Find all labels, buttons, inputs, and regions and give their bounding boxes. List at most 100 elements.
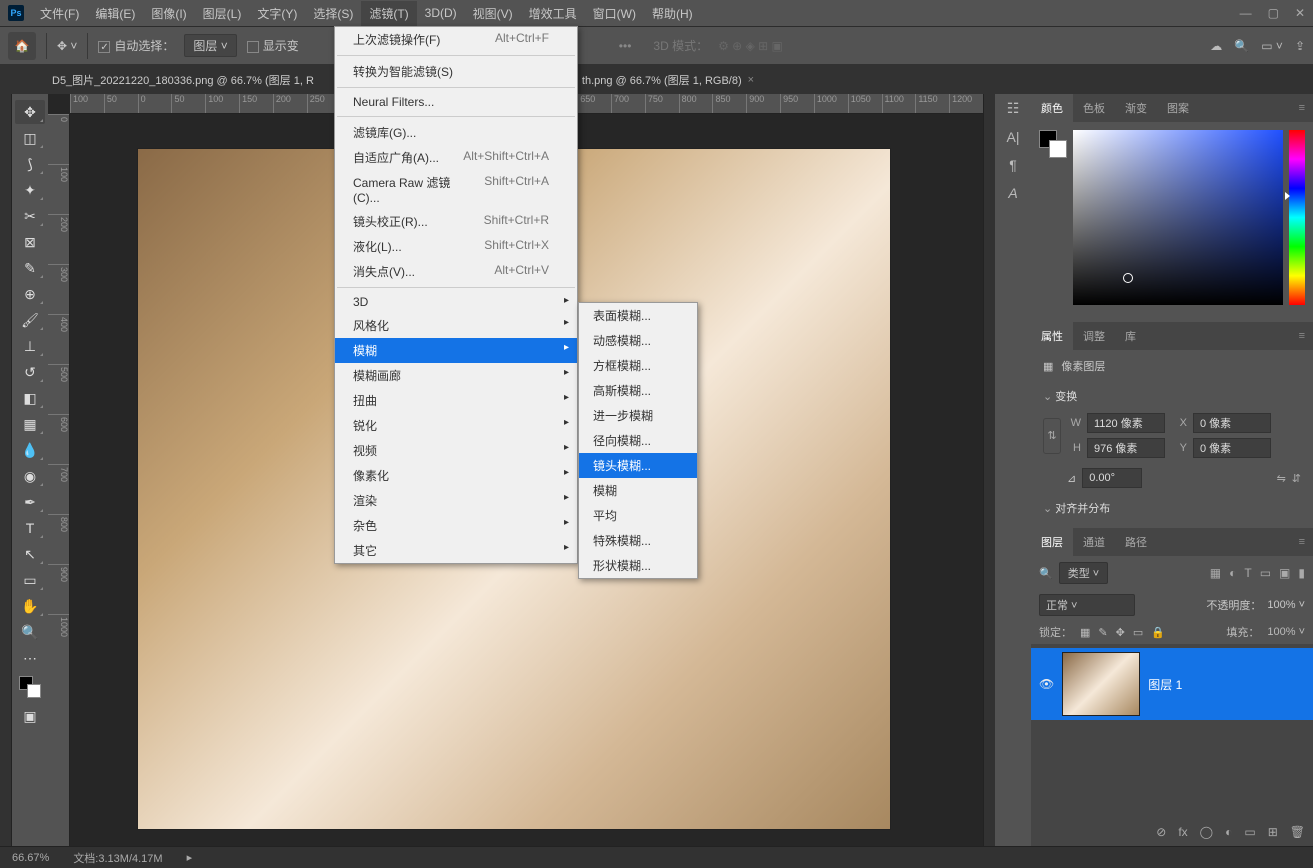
filter-menu-item[interactable]: 扭曲 — [335, 388, 577, 413]
wand-tool[interactable]: ✦ — [15, 178, 45, 202]
layer-filter-kind[interactable]: 类型 ˅ — [1059, 562, 1108, 584]
blur-menu-item[interactable]: 模糊 — [579, 478, 697, 503]
cloud-icon[interactable]: ☁ — [1210, 39, 1222, 53]
tab-libraries[interactable]: 库 — [1115, 322, 1146, 350]
history-panel-icon[interactable]: ☷ — [1007, 100, 1020, 117]
path-select-tool[interactable]: ↖ — [15, 542, 45, 566]
filter-menu-item[interactable]: 像素化 — [335, 463, 577, 488]
hand-tool[interactable]: ✋ — [15, 594, 45, 618]
delete-icon[interactable]: 🗑 — [1290, 825, 1305, 839]
blur-menu-item[interactable]: 方框模糊... — [579, 353, 697, 378]
history-brush-tool[interactable]: ↺ — [15, 360, 45, 384]
dodge-tool[interactable]: ◉ — [15, 464, 45, 488]
auto-select-target[interactable]: 图层 ˅ — [184, 34, 236, 57]
zoom-tool[interactable]: 🔍 — [15, 620, 45, 644]
width-input[interactable] — [1087, 413, 1165, 433]
blur-menu-item[interactable]: 平均 — [579, 503, 697, 528]
glyph-panel-icon[interactable]: A — [1008, 185, 1017, 201]
share-icon[interactable]: ⇪ — [1295, 39, 1305, 53]
filter-menu-item[interactable]: 杂色 — [335, 513, 577, 538]
type-tool[interactable]: T — [15, 516, 45, 540]
frame-tool[interactable]: ⊠ — [15, 230, 45, 254]
healing-tool[interactable]: ⊕ — [15, 282, 45, 306]
maximize-icon[interactable]: ▢ — [1268, 6, 1279, 20]
dots-icon[interactable]: ••• — [619, 39, 632, 53]
menu-select[interactable]: 选择(S) — [305, 1, 361, 26]
filter-shape-icon[interactable]: ▭ — [1260, 566, 1271, 580]
eyedropper-tool[interactable]: ✎ — [15, 256, 45, 280]
show-transform-checkbox[interactable] — [247, 41, 259, 53]
menu-file[interactable]: 文件(F) — [32, 1, 87, 26]
filter-menu-item[interactable]: 上次滤镜操作(F)Alt+Ctrl+F — [335, 27, 577, 52]
layer-thumbnail[interactable] — [1062, 652, 1140, 716]
menu-3d[interactable]: 3D(D) — [417, 2, 465, 24]
filter-menu-item[interactable]: Camera Raw 滤镜(C)...Shift+Ctrl+A — [335, 170, 577, 209]
menu-layer[interactable]: 图层(L) — [195, 1, 250, 26]
doc-tab-2[interactable]: th.png @ 66.7% (图层 1, RGB/8)× — [570, 66, 766, 94]
filter-menu-item[interactable]: 镜头校正(R)...Shift+Ctrl+R — [335, 209, 577, 234]
layer-name[interactable]: 图层 1 — [1148, 676, 1182, 693]
edit-toolbar[interactable]: ⋯ — [15, 646, 45, 670]
close-tab-icon[interactable]: × — [748, 74, 754, 86]
layer-row[interactable]: 👁 图层 1 — [1031, 648, 1313, 720]
flip-h-icon[interactable]: ⇋ — [1277, 472, 1286, 485]
height-input[interactable] — [1087, 438, 1165, 458]
menu-window[interactable]: 窗口(W) — [585, 1, 644, 26]
filter-menu-item[interactable]: 其它 — [335, 538, 577, 563]
align-section[interactable]: 对齐并分布 — [1043, 496, 1301, 520]
blur-menu-item[interactable]: 高斯模糊... — [579, 378, 697, 403]
menu-help[interactable]: 帮助(H) — [644, 1, 701, 26]
move-tool[interactable]: ✥ — [15, 100, 45, 124]
lock-position-icon[interactable]: ✎ — [1098, 626, 1107, 639]
panel-menu-icon[interactable]: ≡ — [1291, 326, 1313, 346]
filter-images-icon[interactable]: ▦ — [1210, 566, 1221, 580]
ruler-vertical[interactable]: 01002003004005006007008009001000 — [48, 114, 70, 846]
lock-pixels-icon[interactable]: ▦ — [1080, 626, 1090, 639]
menu-view[interactable]: 视图(V) — [465, 1, 521, 26]
blend-mode-select[interactable]: 正常 ˅ — [1039, 594, 1135, 616]
move-tool-icon[interactable]: ✥ ˅ — [57, 39, 77, 53]
blur-menu-item[interactable]: 形状模糊... — [579, 553, 697, 578]
gradient-tool[interactable]: ▦ — [15, 412, 45, 436]
filter-menu-item[interactable]: 视频 — [335, 438, 577, 463]
filter-toggle-icon[interactable]: ▮ — [1298, 566, 1305, 580]
auto-select-checkbox[interactable] — [98, 41, 110, 53]
brush-tool[interactable]: 🖌 — [15, 308, 45, 332]
group-icon[interactable]: ▭ — [1244, 825, 1255, 839]
filter-adjust-icon[interactable]: ◐ — [1229, 566, 1236, 580]
menu-edit[interactable]: 编辑(E) — [87, 1, 143, 26]
filter-menu-item[interactable]: Neural Filters... — [335, 91, 577, 113]
link-dimensions-icon[interactable]: ⇅ — [1043, 418, 1061, 454]
color-swatch-tool[interactable] — [15, 672, 45, 702]
blur-menu-item[interactable]: 镜头模糊... — [579, 453, 697, 478]
angle-input[interactable] — [1082, 468, 1142, 488]
tab-properties[interactable]: 属性 — [1031, 322, 1073, 350]
search-icon[interactable]: 🔍 — [1234, 39, 1249, 53]
filter-menu-item[interactable]: 模糊 — [335, 338, 577, 363]
filter-menu-item[interactable]: 液化(L)...Shift+Ctrl+X — [335, 234, 577, 259]
tab-channels[interactable]: 通道 — [1073, 528, 1115, 556]
fx-icon[interactable]: fx — [1178, 825, 1187, 839]
status-arrow-icon[interactable]: ▸ — [187, 851, 193, 864]
filter-menu-item[interactable]: 自适应广角(A)...Alt+Shift+Ctrl+A — [335, 145, 577, 170]
doc-info[interactable]: 文档:3.13M/4.17M — [73, 850, 162, 866]
doc-tab-1[interactable]: D5_图片_20221220_180336.png @ 66.7% (图层 1,… — [40, 66, 326, 94]
close-icon[interactable]: ✕ — [1295, 6, 1305, 20]
mask-icon[interactable]: ◯ — [1200, 825, 1213, 839]
lasso-tool[interactable]: ⟆ — [15, 152, 45, 176]
lock-all-icon[interactable]: 🔒 — [1151, 626, 1165, 639]
minimize-icon[interactable]: — — [1240, 6, 1252, 20]
marquee-tool[interactable]: ◫ — [15, 126, 45, 150]
filter-type-icon[interactable]: T — [1244, 566, 1251, 580]
blur-menu-item[interactable]: 进一步模糊 — [579, 403, 697, 428]
tab-paths[interactable]: 路径 — [1115, 528, 1157, 556]
filter-menu-item[interactable]: 转换为智能滤镜(S) — [335, 59, 577, 84]
blur-menu-item[interactable]: 径向模糊... — [579, 428, 697, 453]
screen-mode-tool[interactable]: ▣ — [15, 704, 45, 728]
filter-menu-item[interactable]: 3D — [335, 291, 577, 313]
tab-patterns[interactable]: 图案 — [1157, 94, 1199, 122]
new-layer-icon[interactable]: ⊞ — [1268, 825, 1278, 839]
tab-adjustments[interactable]: 调整 — [1073, 322, 1115, 350]
tab-gradients[interactable]: 渐变 — [1115, 94, 1157, 122]
menu-filter[interactable]: 滤镜(T) — [361, 1, 416, 26]
